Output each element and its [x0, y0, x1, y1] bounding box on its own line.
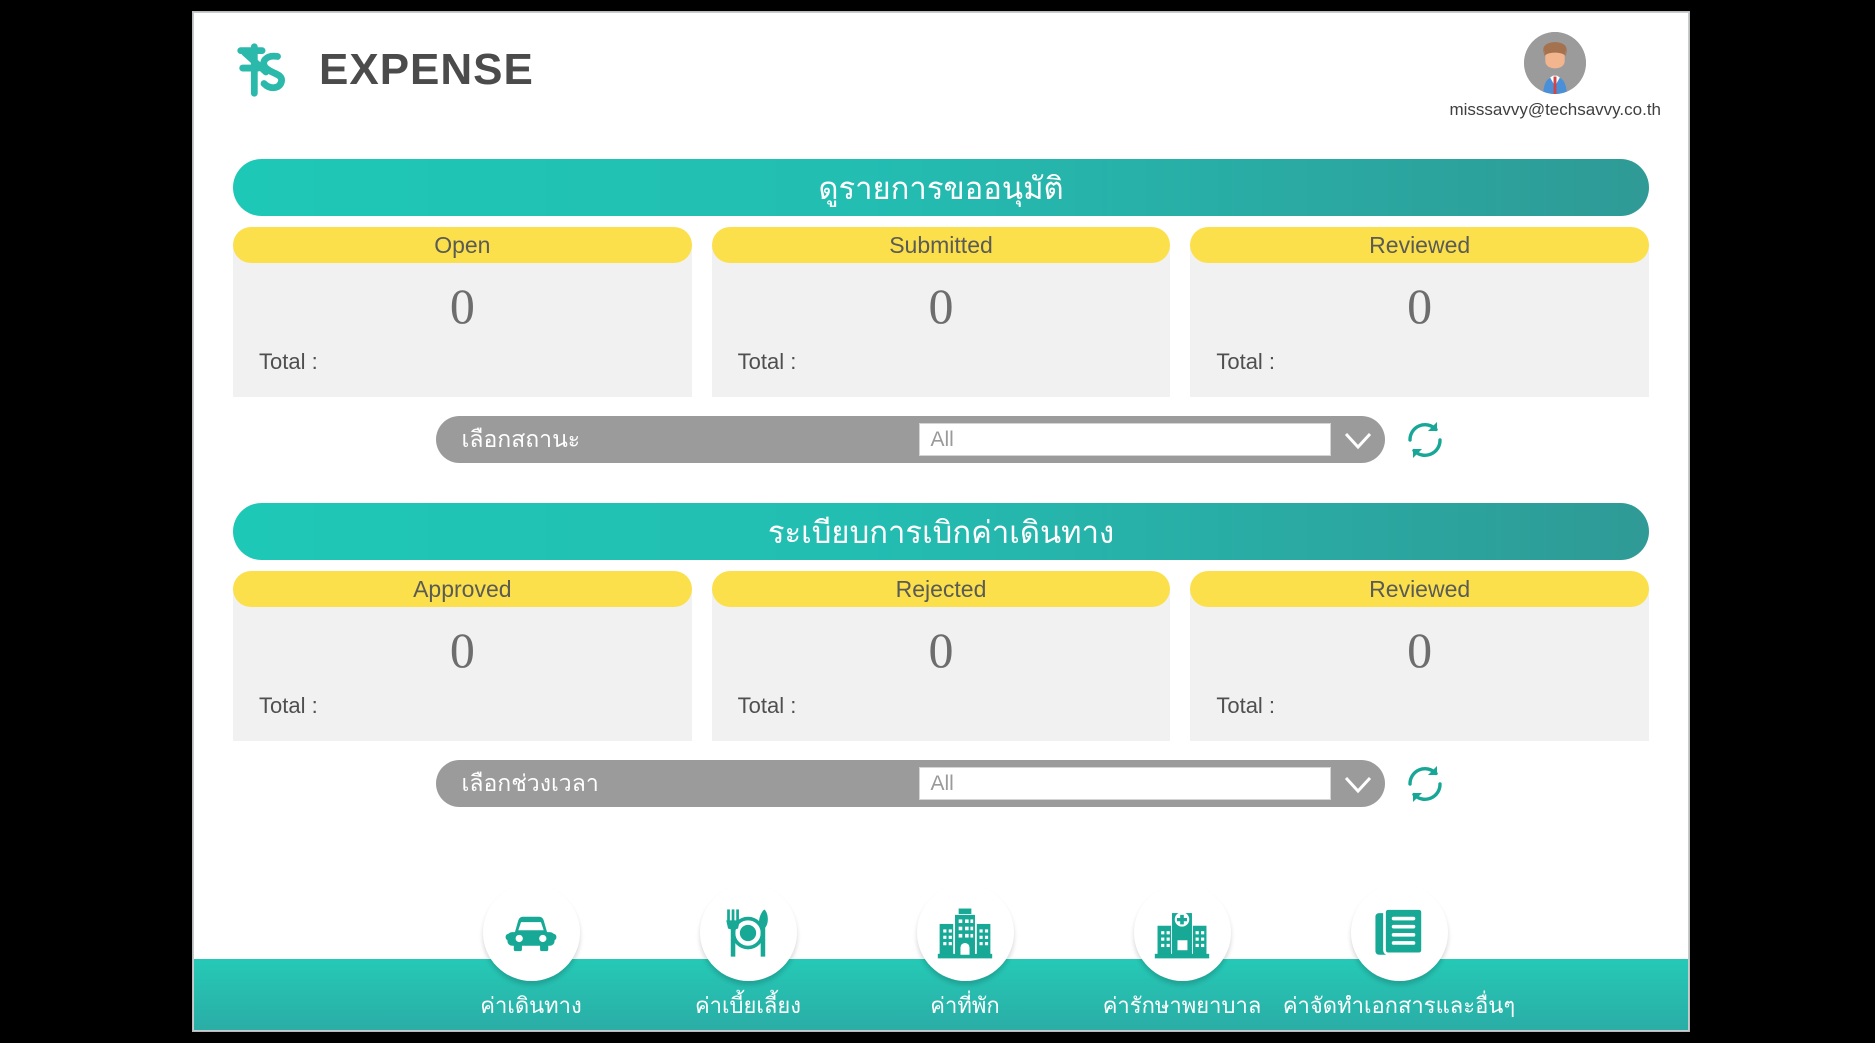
stat-card-body: 0 Total :	[1190, 245, 1650, 397]
app-header: EXPENSE misssavvy@techsavvy.co.th	[194, 13, 1688, 131]
nav-bubble[interactable]	[1133, 884, 1231, 981]
nav-item-label: ค่ารักษาพยาบาล	[1102, 993, 1262, 1018]
stat-card-submitted[interactable]: Submitted 0 Total :	[711, 227, 1171, 397]
nav-item-label: ค่าเดินทาง	[480, 993, 582, 1018]
stat-card-body: 0 Total :	[1190, 589, 1650, 741]
stat-card-header: Rejected	[711, 571, 1171, 607]
stat-card-body: 0 Total :	[233, 245, 692, 397]
documents-icon	[1370, 904, 1428, 962]
app-body: ดูรายการขออนุมัติ Open 0 Total : Submitt…	[194, 131, 1688, 959]
section-title-travel-policy[interactable]: ระเบียบการเบิกค่าเดินทาง	[233, 503, 1649, 560]
stat-card-header: Approved	[233, 571, 692, 607]
nav-bubble[interactable]	[1350, 884, 1448, 981]
stat-card-open[interactable]: Open 0 Total :	[233, 227, 692, 397]
user-box[interactable]: misssavvy@techsavvy.co.th	[1449, 32, 1661, 120]
nav-bubble[interactable]	[482, 884, 580, 981]
nav-item-documents[interactable]: ค่าจัดทำเอกสารและอื่นๆ	[1283, 884, 1515, 1030]
stat-row-policy: Approved 0 Total : Rejected 0 Total : Re…	[233, 571, 1650, 741]
stat-card-total-label: Total :	[259, 349, 318, 374]
stat-card-header: Open	[233, 227, 692, 263]
stat-card-reviewed[interactable]: Reviewed 0 Total :	[1190, 227, 1650, 397]
nav-bubble[interactable]	[916, 884, 1014, 981]
status-filter[interactable]: เลือกสถานะ All	[435, 416, 1385, 463]
stat-card-value: 0	[449, 622, 475, 678]
stat-card-total-label: Total :	[737, 693, 797, 718]
stat-card-value: 0	[1407, 622, 1433, 678]
car-icon	[502, 904, 560, 962]
stat-card-total-label: Total :	[1216, 693, 1276, 718]
avatar[interactable]	[1524, 32, 1587, 94]
ts-logo-icon	[233, 39, 295, 101]
nav-item-perdiem[interactable]: ค่าเบี้ยเลี้ยง	[681, 884, 816, 1030]
status-select[interactable]: All	[918, 423, 1375, 456]
stat-row-approval: Open 0 Total : Submitted 0 Total : Revie…	[233, 227, 1650, 397]
refresh-icon[interactable]	[1403, 418, 1447, 462]
nav-item-medical[interactable]: ค่ารักษาพยาบาล	[1103, 884, 1261, 1030]
stat-card-total-label: Total :	[1216, 349, 1276, 374]
meal-icon	[719, 904, 777, 962]
chevron-down-icon[interactable]	[1341, 425, 1375, 455]
bottom-nav-items: ค่าเดินทาง ค่าเบี้ยเลี้ยง ค่าที่พัก ค่าร…	[194, 884, 1688, 1030]
nav-item-label: ค่าจัดทำเอกสารและอื่นๆ	[1282, 993, 1516, 1018]
stat-card-rejected[interactable]: Rejected 0 Total :	[711, 571, 1171, 741]
period-filter[interactable]: เลือกช่วงเวลา All	[435, 760, 1385, 807]
stat-card-value: 0	[928, 278, 954, 334]
status-filter-label: เลือกสถานะ	[461, 425, 581, 452]
stat-card-approved[interactable]: Approved 0 Total :	[233, 571, 692, 741]
section-title-label: ดูรายการขออนุมัติ	[818, 170, 1064, 206]
stat-card-total-label: Total :	[737, 349, 797, 374]
stat-card-value: 0	[1407, 278, 1433, 334]
filter-row-status: เลือกสถานะ All	[233, 416, 1649, 463]
stat-card-value: 0	[449, 278, 475, 334]
nav-bubble[interactable]	[699, 884, 797, 981]
period-select[interactable]: All	[918, 767, 1375, 800]
section-title-approval-requests[interactable]: ดูรายการขออนุมัติ	[233, 159, 1649, 216]
app-window: EXPENSE misssavvy@techsavvy.co.th ดูรายก…	[193, 12, 1689, 1031]
bottom-nav: ค่าเดินทาง ค่าเบี้ยเลี้ยง ค่าที่พัก ค่าร…	[194, 884, 1688, 1030]
hospital-icon	[1153, 904, 1211, 962]
stat-card-body: 0 Total :	[711, 245, 1171, 397]
stat-card-label: Approved	[413, 575, 512, 602]
stat-card-value: 0	[928, 622, 954, 678]
nav-item-accommodation[interactable]: ค่าที่พัก	[898, 884, 1033, 1030]
nav-item-travel[interactable]: ค่าเดินทาง	[464, 884, 599, 1030]
chevron-down-icon[interactable]	[1341, 769, 1375, 799]
brand: EXPENSE	[233, 39, 534, 101]
screen: EXPENSE misssavvy@techsavvy.co.th ดูรายก…	[0, 0, 1875, 1043]
hotel-icon	[936, 904, 994, 962]
stat-card-header: Reviewed	[1190, 571, 1650, 607]
refresh-icon[interactable]	[1403, 762, 1447, 806]
stat-card-total-label: Total :	[259, 693, 318, 718]
stat-card-body: 0 Total :	[233, 589, 692, 741]
section-title-label: ระเบียบการเบิกค่าเดินทาง	[767, 514, 1115, 550]
stat-card-label: Reviewed	[1369, 231, 1471, 258]
stat-card-label: Submitted	[889, 231, 993, 258]
stat-card-label: Rejected	[895, 575, 987, 602]
stat-card-label: Open	[434, 231, 491, 258]
filter-row-period: เลือกช่วงเวลา All	[233, 760, 1649, 807]
stat-card-header: Submitted	[711, 227, 1171, 263]
page-title: EXPENSE	[319, 45, 534, 94]
period-select-input[interactable]: All	[918, 767, 1331, 800]
stat-card-label: Reviewed	[1369, 575, 1471, 602]
stat-card-body: 0 Total :	[711, 589, 1171, 741]
nav-item-label: ค่าที่พัก	[930, 993, 1000, 1018]
period-filter-label: เลือกช่วงเวลา	[461, 769, 599, 796]
stat-card-header: Reviewed	[1190, 227, 1650, 263]
stat-card-reviewed-policy[interactable]: Reviewed 0 Total :	[1190, 571, 1650, 741]
user-email: misssavvy@techsavvy.co.th	[1449, 100, 1661, 119]
nav-item-label: ค่าเบี้ยเลี้ยง	[694, 993, 802, 1018]
status-select-input[interactable]: All	[918, 423, 1331, 456]
